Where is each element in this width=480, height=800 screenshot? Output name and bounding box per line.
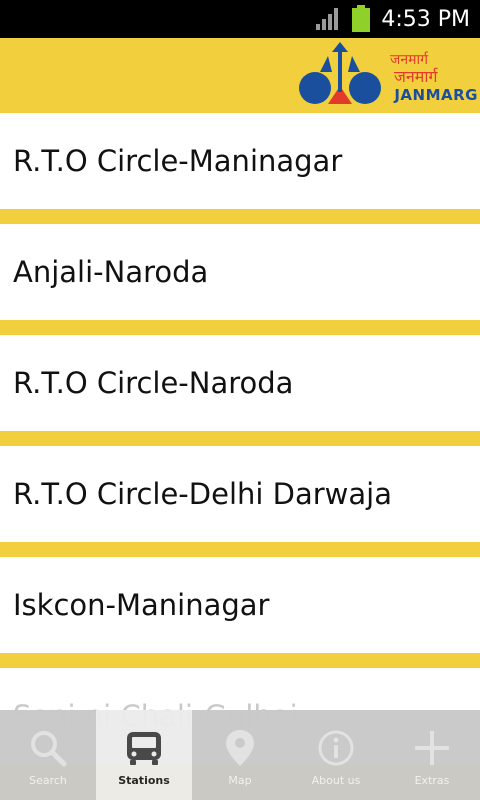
tab-search[interactable]: Search [0,710,96,800]
route-label: R.T.O Circle-Maninagar [13,144,343,178]
plus-icon [415,731,449,765]
tab-label: About us [311,774,361,787]
route-item[interactable]: R.T.O Circle-Naroda [0,335,480,431]
tab-map[interactable]: Map [192,710,288,800]
logo-brand-text: JANMARG [394,86,478,104]
route-label: R.T.O Circle-Naroda [13,366,294,400]
tab-extras[interactable]: Extras [384,710,480,800]
bottom-tab-bar: Search Stations Map About us Extras [0,710,480,800]
search-icon [31,731,67,767]
info-icon [318,730,354,766]
logo-hindi-text: जनमार्ग [390,51,429,68]
route-label: Iskcon-Maninagar [13,588,270,622]
route-item[interactable]: R.T.O Circle-Maninagar [0,113,480,209]
route-label: R.T.O Circle-Delhi Darwaja [13,477,392,511]
route-label: Anjali-Naroda [13,255,209,289]
status-icons: 4:53 PM [315,0,470,38]
tab-label: Extras [414,774,450,787]
route-item[interactable]: R.T.O Circle-Delhi Darwaja [0,446,480,542]
battery-icon [352,5,371,32]
janmarg-logo: जनमार्ग जनमार्ग JANMARG [298,42,480,110]
logo-hindi-text-2: जनमार्ग [394,67,438,86]
signal-icon [316,8,339,30]
tab-label: Map [228,774,252,787]
map-pin-icon [226,730,254,766]
app-header: जनमार्ग जनमार्ग JANMARG [0,38,480,113]
bus-icon [127,732,161,765]
tab-label: Search [29,774,67,787]
route-list: R.T.O Circle-Maninagar Anjali-Naroda R.T… [0,113,480,779]
status-time: 4:53 PM [381,6,470,32]
tab-about-us[interactable]: About us [288,710,384,800]
status-bar: 4:53 PM [0,0,480,38]
route-item[interactable]: Iskcon-Maninagar [0,557,480,653]
route-item[interactable]: Anjali-Naroda [0,224,480,320]
tab-stations[interactable]: Stations [96,710,192,800]
tab-label: Stations [118,774,170,787]
